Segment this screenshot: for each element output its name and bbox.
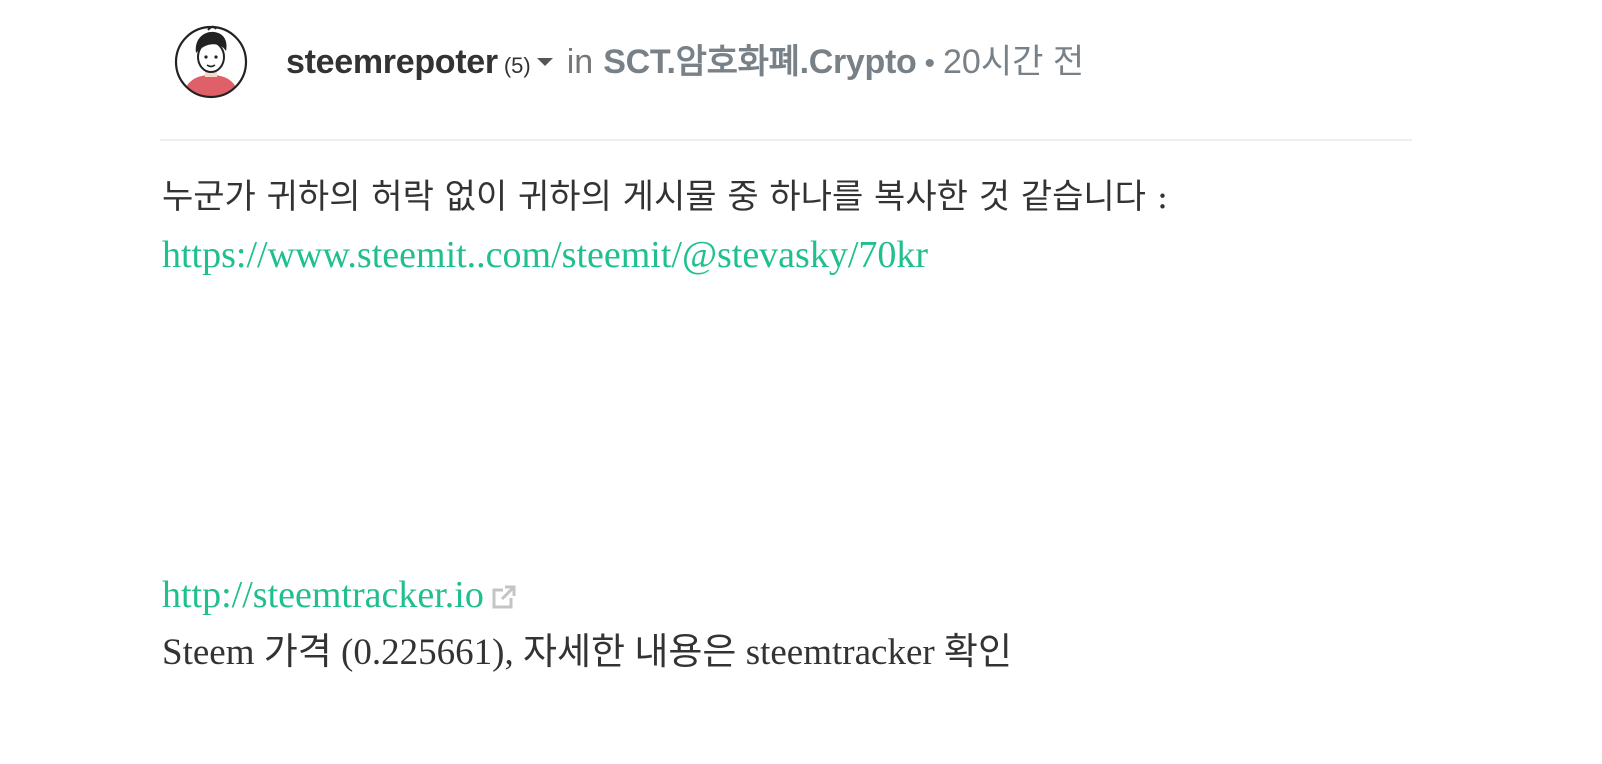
post-body: 누군가 귀하의 허락 없이 귀하의 게시물 중 하나를 복사한 것 같습니다 :… bbox=[162, 168, 1452, 682]
copied-post-link[interactable]: https://www.steemit..com/steemit/@stevas… bbox=[162, 234, 928, 276]
steem-price-text: Steem 가격 (0.225661), 자세한 내용은 steemtracke… bbox=[162, 632, 1013, 673]
post-time[interactable]: 20시간 전 bbox=[943, 34, 1084, 83]
author-link[interactable]: steemrepoter bbox=[286, 43, 498, 82]
in-label: in bbox=[566, 42, 594, 81]
copy-notice-text: 누군가 귀하의 허락 없이 귀하의 게시물 중 하나를 복사한 것 같습니다 : bbox=[162, 177, 1169, 217]
author-reputation: (5) bbox=[503, 52, 531, 78]
post-meta: steemrepoter (5) in SCT.암호화폐.Crypto • 20… bbox=[286, 34, 1084, 83]
meta-separator: • bbox=[924, 46, 936, 80]
external-link-icon[interactable] bbox=[492, 569, 516, 609]
chevron-down-icon[interactable] bbox=[536, 57, 553, 66]
header-divider bbox=[160, 139, 1412, 141]
avatar-icon[interactable] bbox=[172, 23, 250, 101]
empty-space bbox=[162, 284, 1452, 566]
post-header: steemrepoter (5) in SCT.암호화폐.Crypto • 20… bbox=[162, 14, 1452, 110]
steemtracker-link[interactable]: http://steemtracker.io bbox=[162, 574, 484, 616]
category-link[interactable]: SCT.암호화폐.Crypto bbox=[603, 34, 917, 83]
post-container: steemrepoter (5) in SCT.암호화폐.Crypto • 20… bbox=[160, 0, 1452, 764]
